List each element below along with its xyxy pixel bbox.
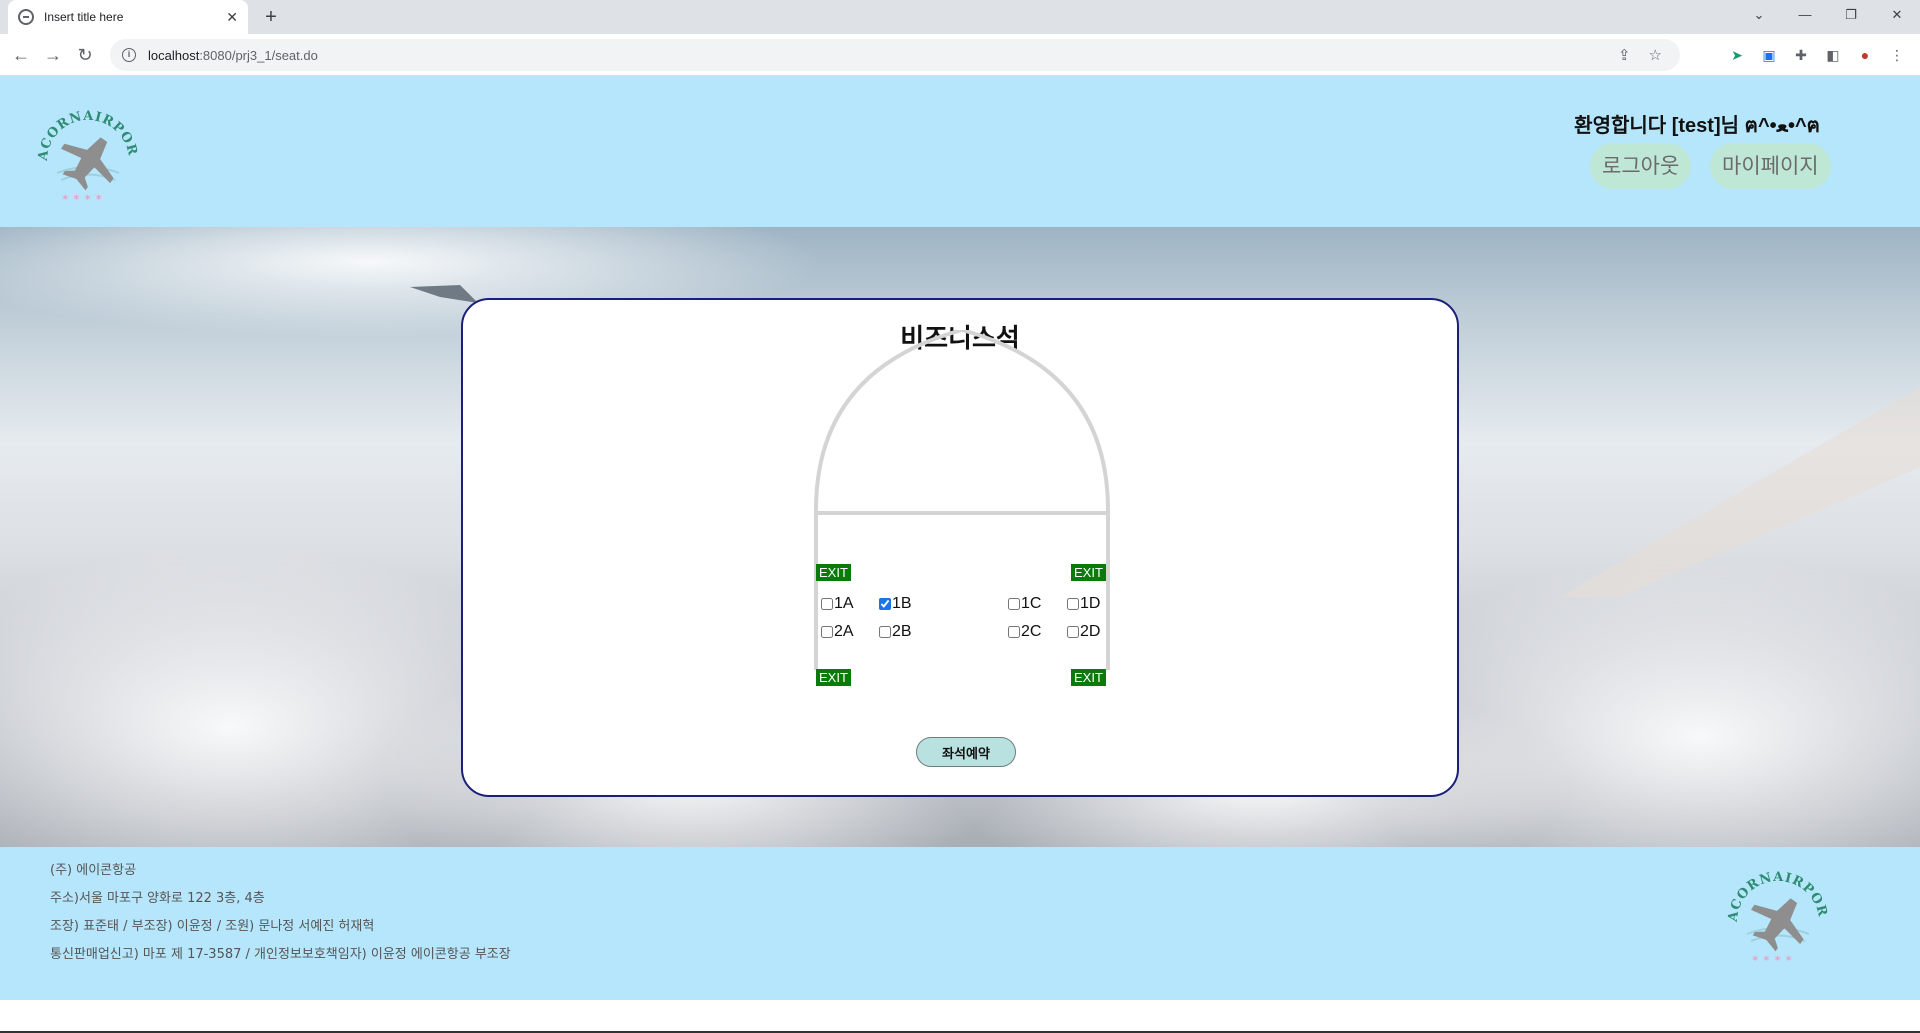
seat-label: 1C: [1021, 595, 1042, 612]
browser-tab[interactable]: Insert title here ✕: [8, 0, 248, 34]
share-icon[interactable]: ⇪: [1618, 46, 1631, 64]
seat-1b[interactable]: 1B: [879, 595, 912, 613]
send-extension-icon[interactable]: ➤: [1728, 46, 1746, 64]
url-text[interactable]: localhost:8080/prj3_1/seat.do: [148, 48, 1618, 63]
seat-label: 1D: [1080, 595, 1101, 612]
seat-1a-checkbox[interactable]: [821, 598, 833, 610]
seat-label: 2D: [1080, 623, 1101, 640]
seat-label: 1A: [834, 595, 854, 612]
seat-1a[interactable]: 1A: [821, 595, 854, 613]
logout-button[interactable]: 로그아웃: [1590, 143, 1692, 189]
minimize-button[interactable]: —: [1782, 0, 1828, 30]
seat-selection-card: 비즈니스석 EXIT EXIT EXIT EXIT 1A 1B 1C 1D 2A…: [461, 298, 1459, 797]
acornairport-footer-logo: ACORNAIRPORT ✶ ✶ ✶ ✶: [1723, 862, 1829, 965]
profile-avatar-icon[interactable]: ●: [1856, 46, 1874, 64]
seat-2d-checkbox[interactable]: [1067, 626, 1079, 638]
seat-2b-checkbox[interactable]: [879, 626, 891, 638]
seat-label: 2A: [834, 623, 854, 640]
tab-search-icon[interactable]: ⌄: [1736, 0, 1782, 30]
seat-2a-checkbox[interactable]: [821, 626, 833, 638]
restore-button[interactable]: ❐: [1828, 0, 1874, 30]
seat-2a[interactable]: 2A: [821, 623, 854, 641]
exit-marker: EXIT: [816, 669, 851, 686]
site-footer: (주) 에이콘항공 주소)서울 마포구 양화로 122 3층, 4층 조장) 표…: [0, 847, 1920, 1000]
svg-text:✶ ✶ ✶ ✶: ✶ ✶ ✶ ✶: [1751, 954, 1793, 965]
reserve-seat-button[interactable]: 좌석예약: [916, 737, 1016, 767]
reload-icon[interactable]: ↻: [72, 42, 98, 68]
footer-team: 조장) 표준태 / 부조장) 이윤정 / 조원) 문나정 서예진 허재혁: [50, 919, 375, 934]
seat-2b[interactable]: 2B: [879, 623, 912, 641]
url-path: :8080/prj3_1/seat.do: [199, 47, 318, 63]
exit-marker: EXIT: [1071, 564, 1106, 581]
seat-1c[interactable]: 1C: [1008, 595, 1041, 613]
footer-address: 주소)서울 마포구 양화로 122 3층, 4층: [50, 891, 265, 906]
seat-label: 2B: [892, 623, 912, 640]
exit-marker: EXIT: [816, 564, 851, 581]
close-window-button[interactable]: ✕: [1874, 0, 1920, 30]
seat-1b-checkbox[interactable]: [879, 598, 891, 610]
new-tab-button[interactable]: +: [258, 4, 284, 30]
seat-1d[interactable]: 1D: [1067, 595, 1100, 613]
seat-2c-checkbox[interactable]: [1008, 626, 1020, 638]
address-bar[interactable]: i localhost:8080/prj3_1/seat.do ⇪ ☆: [110, 39, 1680, 71]
url-host: localhost: [148, 47, 200, 63]
bookmark-star-icon[interactable]: ☆: [1649, 46, 1662, 64]
footer-company: (주) 에이콘항공: [50, 863, 137, 878]
translate-extension-icon[interactable]: ▣: [1760, 46, 1778, 64]
back-icon[interactable]: ←: [8, 42, 34, 68]
tab-title: Insert title here: [44, 10, 124, 24]
side-panel-icon[interactable]: ◧: [1824, 46, 1842, 64]
globe-icon: [18, 9, 34, 25]
aircraft-fuselage-outline: [814, 330, 1110, 670]
site-header: ACORNAIRPORT ✶ ✶ ✶ ✶ 환영합니다 [test]님 ฅ^•ﻌ•…: [0, 76, 1920, 227]
welcome-message: 환영합니다 [test]님 ฅ^•ﻌ•^ฅ: [1574, 115, 1820, 137]
forward-icon[interactable]: →: [40, 42, 66, 68]
browser-tabstrip: Insert title here ✕ + ⌄ — ❐ ✕: [0, 0, 1920, 34]
svg-text:✶ ✶ ✶ ✶: ✶ ✶ ✶ ✶: [61, 193, 103, 204]
seat-1d-checkbox[interactable]: [1067, 598, 1079, 610]
plane-wing: [1560, 387, 1920, 597]
site-info-icon[interactable]: i: [122, 48, 136, 62]
browser-toolbar: ← → ↻ i localhost:8080/prj3_1/seat.do ⇪ …: [0, 34, 1920, 76]
web-page: ACORNAIRPORT ✶ ✶ ✶ ✶ 환영합니다 [test]님 ฅ^•ﻌ•…: [0, 76, 1920, 1033]
footer-registration: 통신판매업신고) 마포 제 17-3587 / 개인정보보호책임자) 이윤정 에…: [50, 947, 511, 962]
seat-label: 2C: [1021, 623, 1042, 640]
seat-2d[interactable]: 2D: [1067, 623, 1100, 641]
seat-2c[interactable]: 2C: [1008, 623, 1041, 641]
menu-kebab-icon[interactable]: ⋮: [1888, 46, 1906, 64]
extensions-puzzle-icon[interactable]: ✚: [1792, 46, 1810, 64]
mypage-button[interactable]: 마이페이지: [1710, 143, 1831, 189]
seat-1c-checkbox[interactable]: [1008, 598, 1020, 610]
acornairport-logo[interactable]: ACORNAIRPORT ✶ ✶ ✶ ✶: [33, 101, 143, 211]
exit-marker: EXIT: [1071, 669, 1106, 686]
seat-label: 1B: [892, 595, 912, 612]
tab-close-icon[interactable]: ✕: [226, 9, 238, 26]
